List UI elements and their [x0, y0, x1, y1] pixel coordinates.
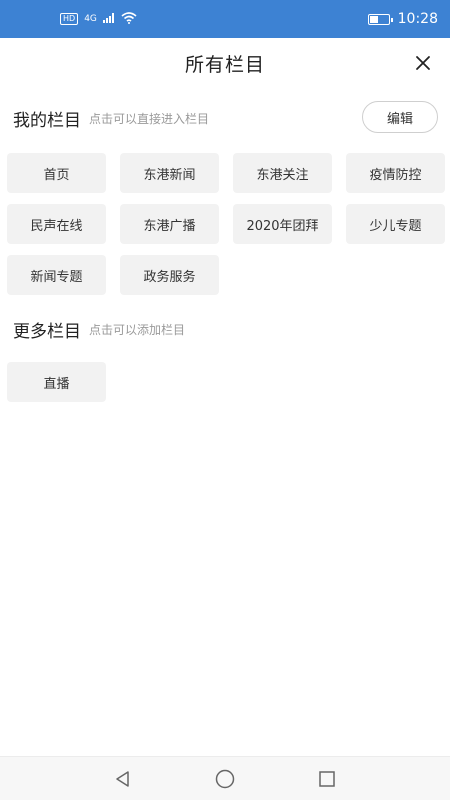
back-triangle-icon	[116, 770, 129, 787]
home-button[interactable]	[213, 767, 237, 791]
channel-chip[interactable]: 民声在线	[7, 204, 106, 244]
title-bar: 所有栏目	[0, 38, 450, 88]
status-right: 10:28	[367, 11, 438, 27]
wifi-icon	[121, 11, 137, 27]
my-channels-header: 我的栏目 点击可以直接进入栏目 编辑	[13, 101, 438, 135]
system-nav-bar	[0, 756, 450, 800]
channel-chip[interactable]: 东港广播	[120, 204, 219, 244]
recents-square-icon	[319, 770, 335, 787]
back-button[interactable]	[111, 767, 135, 791]
status-left: HD 4G	[60, 11, 137, 27]
page-title: 所有栏目	[184, 53, 265, 76]
channel-chip[interactable]: 疫情防控	[346, 153, 445, 193]
signal-icon	[102, 12, 115, 26]
more-channels-grid: 直播	[7, 362, 445, 402]
network-label: 4G	[84, 14, 97, 24]
clock: 10:28	[397, 11, 438, 27]
channel-chip[interactable]: 少儿专题	[346, 204, 445, 244]
hd-badge: HD	[60, 13, 79, 25]
channel-chip[interactable]: 2020年团拜	[233, 204, 332, 244]
edit-button[interactable]: 编辑	[362, 101, 438, 133]
home-circle-icon	[215, 769, 235, 788]
channel-chip[interactable]: 东港新闻	[120, 153, 219, 193]
channel-chip[interactable]: 政务服务	[120, 255, 219, 295]
status-bar: HD 4G 10:28	[0, 0, 450, 38]
battery-icon	[367, 13, 393, 25]
my-channels-grid: 首页 东港新闻 东港关注 疫情防控民声在线 东港广播 2020年团拜 少儿专题新闻专题 政务服…	[7, 153, 445, 295]
recents-button[interactable]	[315, 767, 339, 791]
channel-chip[interactable]: 新闻专题	[7, 255, 106, 295]
more-channels-title: 更多栏目	[13, 321, 81, 342]
my-channels-hint: 点击可以直接进入栏目	[89, 111, 210, 126]
close-icon	[416, 56, 430, 70]
more-channels-hint: 点击可以添加栏目	[89, 322, 186, 337]
my-channels-title: 我的栏目	[13, 110, 81, 131]
channel-chip[interactable]: 直播	[7, 362, 106, 402]
close-button[interactable]	[410, 50, 436, 76]
channel-chip[interactable]: 首页	[7, 153, 106, 193]
channel-chip[interactable]: 东港关注	[233, 153, 332, 193]
more-channels-header: 更多栏目 点击可以添加栏目	[13, 312, 438, 346]
